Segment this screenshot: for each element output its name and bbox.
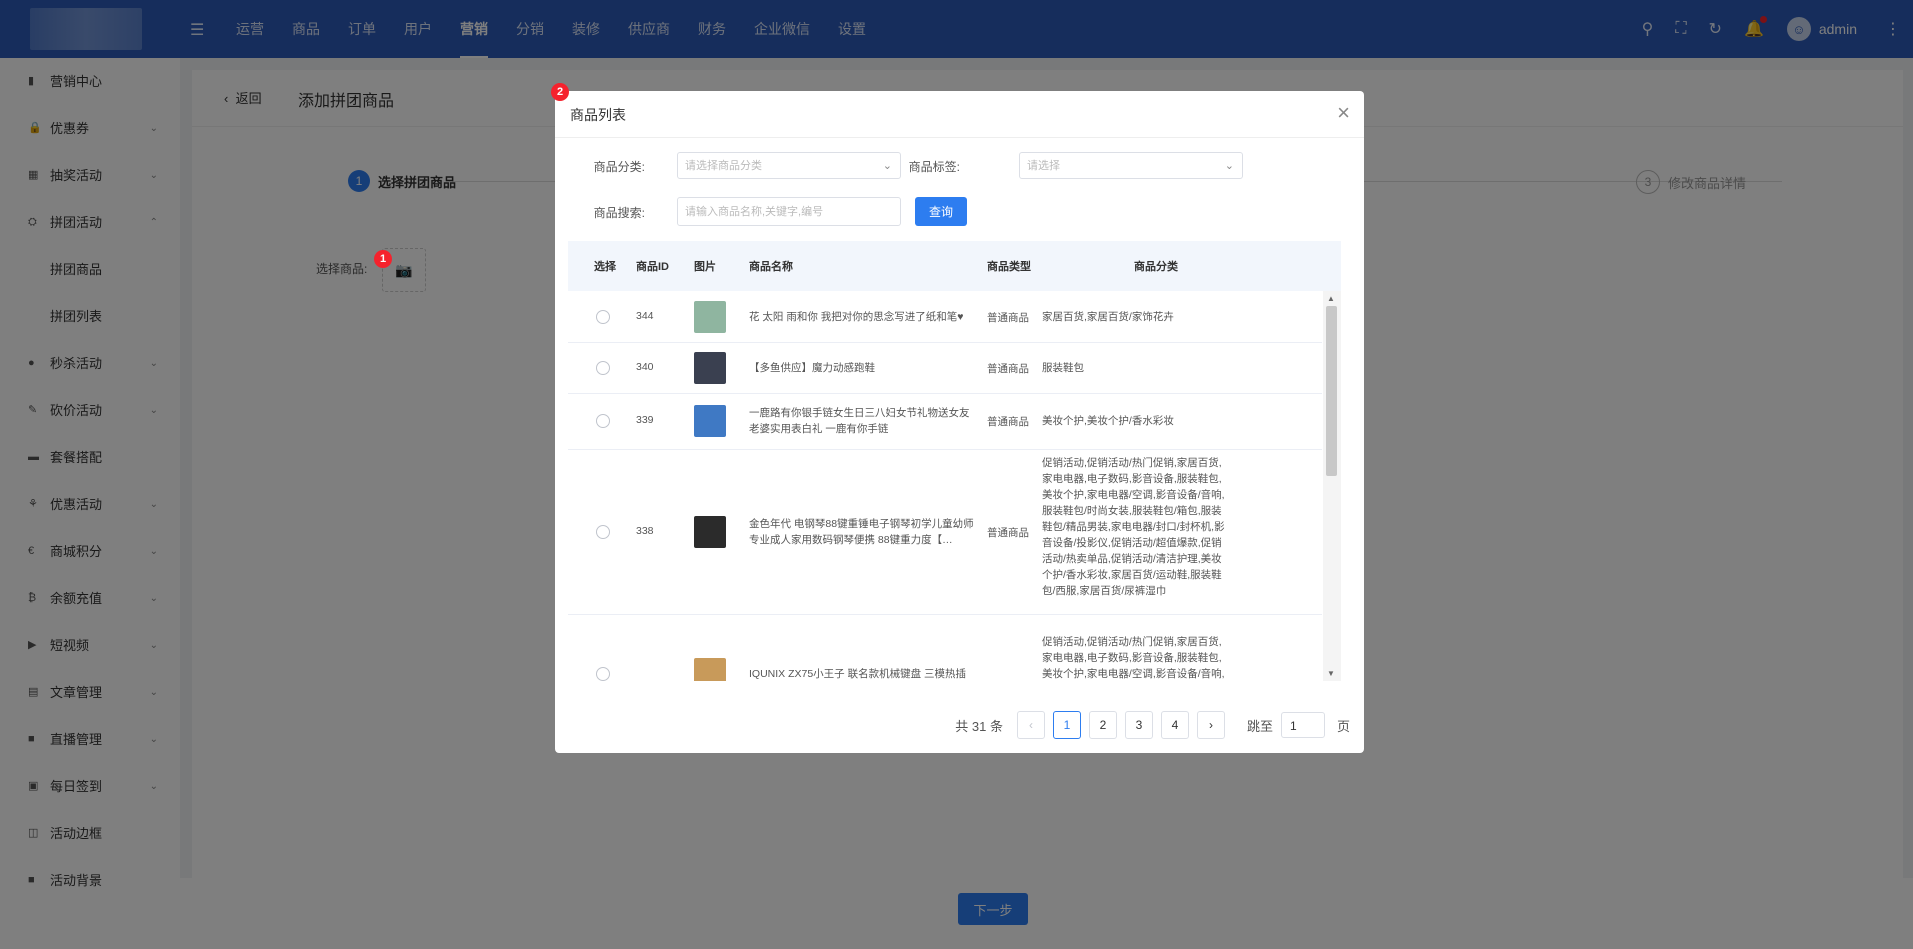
column-header-image: 图片	[694, 261, 716, 273]
goods-name: 花 太阳 雨和你 我把对你的思念写进了纸和笔♥	[749, 311, 964, 323]
column-header-type: 商品类型	[987, 261, 1031, 273]
table-row[interactable]: 338 金色年代 电钢琴88键重锤电子钢琴初学儿童幼师专业成人家用数码钢琴便携 8…	[568, 449, 1322, 615]
goods-name: 【多鱼供应】魔力动感跑鞋	[749, 362, 875, 374]
table-header: 选择 商品ID 图片 商品名称 商品类型 商品分类	[568, 241, 1341, 291]
goods-type: 普通商品	[987, 527, 1029, 539]
table-row[interactable]: 344 花 太阳 雨和你 我把对你的思念写进了纸和笔♥ 普通商品 家居百货,家居百货/…	[568, 291, 1322, 343]
goods-name: IQUNIX ZX75小王子 联名款机械键盘 三模热插	[749, 668, 967, 680]
table-row[interactable]: 340 【多鱼供应】魔力动感跑鞋 普通商品 服装鞋包	[568, 342, 1322, 394]
page-button-3[interactable]: 3	[1124, 711, 1153, 739]
page-button-1[interactable]: 1	[1052, 711, 1081, 739]
tag-label: 商品标签:	[908, 160, 960, 174]
column-header-select: 选择	[594, 261, 616, 273]
search-label: 商品搜索:	[593, 206, 645, 220]
chevron-down-icon: ⌄	[1224, 160, 1234, 172]
goods-id: 344	[636, 310, 654, 322]
goods-category: 服装鞋包	[1042, 362, 1084, 374]
jump-label: 跳至	[1246, 718, 1273, 734]
prev-page-button[interactable]: ‹	[1016, 711, 1045, 739]
category-select[interactable]: 请选择商品分类 ⌄	[677, 152, 901, 179]
goods-thumbnail	[694, 405, 726, 437]
table-body: 344 花 太阳 雨和你 我把对你的思念写进了纸和笔♥ 普通商品 家居百货,家居百货/…	[568, 291, 1322, 681]
column-header-id: 商品ID	[636, 261, 669, 273]
category-placeholder: 请选择商品分类	[685, 160, 762, 172]
table-scrollbar[interactable]: ▲ ▼	[1323, 291, 1341, 681]
tag-placeholder: 请选择	[1027, 160, 1060, 172]
table-row[interactable]: IQUNIX ZX75小王子 联名款机械键盘 三模热插 促销活动,促销活动/热门促…	[568, 614, 1322, 681]
row-select-radio[interactable]	[596, 361, 610, 375]
goods-type: 普通商品	[987, 363, 1029, 375]
goods-id: 340	[636, 361, 654, 373]
goods-category: 促销活动,促销活动/热门促销,家居百货,家电电器,电子数码,影音设备,服装鞋包,…	[1042, 457, 1225, 597]
tag-select[interactable]: 请选择 ⌄	[1019, 152, 1243, 179]
goods-thumbnail	[694, 658, 726, 681]
scroll-down-icon[interactable]: ▼	[1327, 669, 1335, 678]
row-select-radio[interactable]	[596, 525, 610, 539]
modal-title: 商品列表	[570, 107, 626, 123]
pagination-total: 共 31 条	[955, 718, 1003, 734]
goods-table: 选择 商品ID 图片 商品名称 商品类型 商品分类 344 花 太阳 雨和你 我把…	[568, 241, 1341, 681]
column-header-category: 商品分类	[1134, 261, 1178, 273]
scrollbar-thumb[interactable]	[1326, 306, 1337, 476]
scroll-up-icon[interactable]: ▲	[1327, 294, 1335, 303]
goods-thumbnail	[694, 301, 726, 333]
goods-category: 促销活动,促销活动/热门促销,家居百货,家电电器,电子数码,影音设备,服装鞋包,…	[1042, 636, 1225, 680]
goods-category: 家居百货,家居百货/家饰花卉	[1042, 311, 1174, 323]
goods-name: 金色年代 电钢琴88键重锤电子钢琴初学儿童幼师专业成人家用数码钢琴便携 88键重…	[749, 518, 974, 546]
goods-type: 普通商品	[987, 416, 1029, 428]
next-page-button[interactable]: ›	[1196, 711, 1225, 739]
goods-list-modal: 2 商品列表 × 商品分类: 请选择商品分类 ⌄ 商品标签: 请选择 ⌄ 商品搜…	[551, 83, 1364, 753]
column-header-name: 商品名称	[749, 261, 793, 273]
page-button-2[interactable]: 2	[1088, 711, 1117, 739]
query-button[interactable]: 查询	[915, 197, 967, 226]
close-icon[interactable]: ×	[1337, 100, 1350, 126]
row-select-radio[interactable]	[596, 414, 610, 428]
row-select-radio[interactable]	[596, 667, 610, 681]
goods-id: 338	[636, 525, 654, 537]
jump-page-input[interactable]: 1	[1280, 712, 1325, 738]
goods-thumbnail	[694, 516, 726, 548]
search-placeholder: 请输入商品名称,关键字,编号	[685, 206, 824, 218]
category-label: 商品分类:	[593, 160, 645, 174]
goods-type: 普通商品	[987, 312, 1029, 324]
row-select-radio[interactable]	[596, 310, 610, 324]
goods-id: 339	[636, 414, 654, 426]
goods-thumbnail	[694, 352, 726, 384]
search-input[interactable]: 请输入商品名称,关键字,编号	[677, 197, 901, 226]
goods-name: 一鹿路有你银手链女生日三八妇女节礼物送女友老婆实用表白礼 一鹿有你手链	[749, 407, 970, 435]
modal-header: 商品列表 ×	[555, 91, 1364, 138]
table-row[interactable]: 339 一鹿路有你银手链女生日三八妇女节礼物送女友老婆实用表白礼 一鹿有你手链 普通…	[568, 393, 1322, 450]
goods-category: 美妆个护,美妆个护/香水彩妆	[1042, 415, 1174, 427]
annotation-badge-1: 1	[374, 250, 392, 268]
page-button-4[interactable]: 4	[1160, 711, 1189, 739]
page-unit-label: 页	[1336, 718, 1350, 734]
pagination: 共 31 条 ‹ 1 2 3 4 › 跳至 1 页	[955, 711, 1350, 739]
